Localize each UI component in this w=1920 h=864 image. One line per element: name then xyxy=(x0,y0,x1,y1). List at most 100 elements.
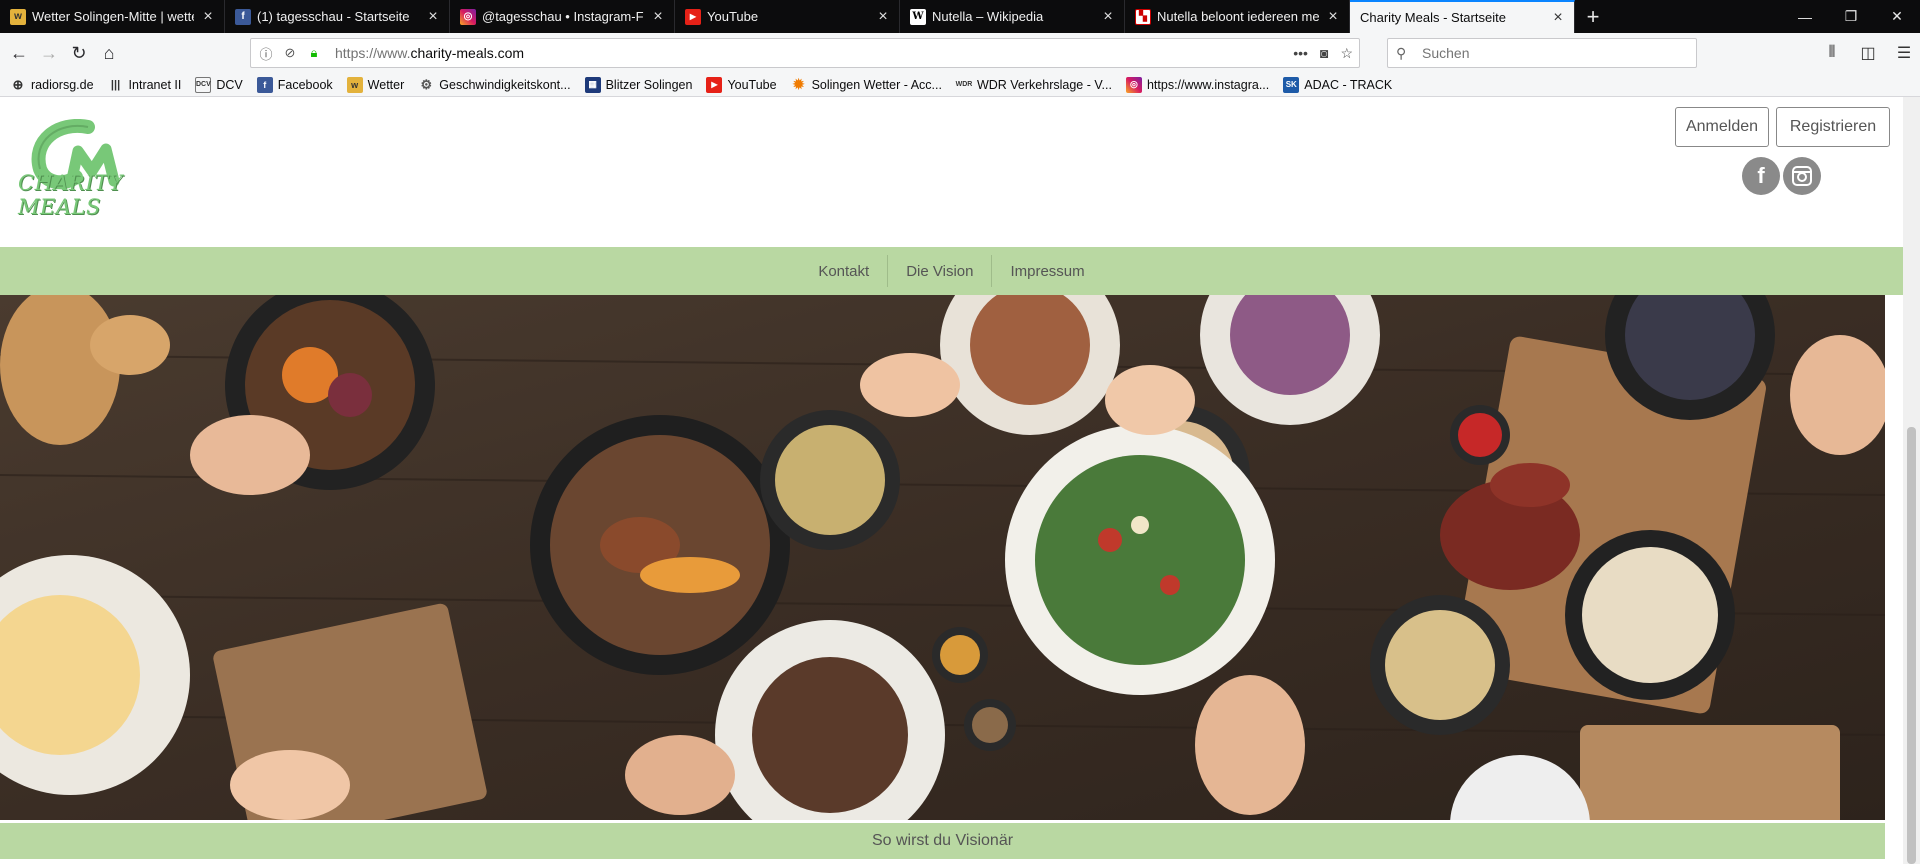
bookmark-item[interactable]: ||| Intranet II xyxy=(108,77,182,93)
main-navigation: Kontakt Die Vision Impressum xyxy=(0,247,1903,295)
bookmark-label: Geschwindigkeitskont... xyxy=(439,77,571,92)
bookmark-label: Blitzer Solingen xyxy=(605,77,693,92)
logo-text: CHARITY MEALS xyxy=(18,171,124,219)
tracking-protection-icon[interactable]: ⊘ xyxy=(281,45,299,61)
tab-title: Wetter Solingen-Mitte | wetter. xyxy=(32,9,194,24)
bookmark-label: https://www.instagra... xyxy=(1146,77,1270,92)
search-icon: ⚲ xyxy=(1396,44,1407,61)
url-text[interactable]: https://www.charity-meals.com xyxy=(335,45,524,61)
browser-tab[interactable]: ▚ Nutella beloont iedereen met e × xyxy=(1125,0,1350,33)
dcv-icon: DCV xyxy=(195,76,212,93)
browser-tab[interactable]: w Wetter Solingen-Mitte | wetter. × xyxy=(0,0,225,33)
browser-tab[interactable]: ▶ YouTube × xyxy=(675,0,900,33)
sun-icon: ✹ xyxy=(792,76,805,92)
hero-food-image xyxy=(0,295,1885,820)
bookmark-item[interactable]: SK ADAC - TRACK xyxy=(1283,76,1393,93)
reload-icon[interactable]: ↻ xyxy=(64,38,94,68)
close-icon[interactable]: × xyxy=(650,8,666,25)
bookmark-label: YouTube xyxy=(727,77,777,92)
bookmark-label: Intranet II xyxy=(128,77,182,92)
news-icon: ▚ xyxy=(1135,8,1151,25)
browser-tab[interactable]: f (1) tagesschau - Startseite × xyxy=(225,0,450,33)
globe-icon: ⊕ xyxy=(12,76,24,92)
tab-title: @tagesschau • Instagram-Foto xyxy=(482,9,644,24)
scrollbar-thumb[interactable] xyxy=(1907,427,1916,864)
browser-tab[interactable]: ◎ @tagesschau • Instagram-Foto × xyxy=(450,0,675,33)
tab-title: Nutella beloont iedereen met e xyxy=(1157,9,1319,24)
nav-link-kontakt[interactable]: Kontakt xyxy=(800,255,889,287)
tab-strip: w Wetter Solingen-Mitte | wetter. × f (1… xyxy=(0,0,1920,33)
close-window-icon[interactable]: ✕ xyxy=(1874,0,1920,33)
youtube-icon: ▶ xyxy=(706,76,723,93)
window-controls: — ❐ ✕ xyxy=(1782,0,1920,33)
bookmarks-toolbar: ⊕ radiorsg.de ||| Intranet II DCV DCV f Face… xyxy=(0,73,1920,97)
home-icon[interactable]: ⌂ xyxy=(94,38,124,68)
pocket-icon[interactable]: ◙ xyxy=(1320,45,1328,61)
close-icon[interactable]: × xyxy=(425,8,441,25)
instagram-icon[interactable] xyxy=(1783,157,1821,195)
bookmark-label: Facebook xyxy=(277,77,333,92)
bookmark-label: Wetter xyxy=(367,77,405,92)
bookmark-item[interactable]: f Facebook xyxy=(256,76,333,93)
search-input[interactable] xyxy=(1422,45,1682,61)
blitzer-icon: ▦ xyxy=(584,76,601,93)
bookmark-star-icon[interactable]: ☆ xyxy=(1340,45,1353,62)
close-icon[interactable]: × xyxy=(1550,9,1566,26)
charity-meals-logo[interactable]: CHARITY MEALS xyxy=(18,118,168,219)
page-actions-icon[interactable]: ••• xyxy=(1293,45,1308,61)
bookmark-item[interactable]: DCV DCV xyxy=(195,76,243,93)
browser-tab-active[interactable]: Charity Meals - Startseite × xyxy=(1350,0,1575,33)
page-scrollbar[interactable] xyxy=(1903,97,1920,864)
bookmark-label: radiorsg.de xyxy=(31,77,94,92)
bookmark-item[interactable]: ⚙ Geschwindigkeitskont... xyxy=(418,77,570,93)
login-button[interactable]: Anmelden xyxy=(1675,107,1769,147)
page-content: CHARITY MEALS Anmelden Registrieren f Ko… xyxy=(0,97,1903,864)
wdr-icon: WDR xyxy=(955,81,973,88)
bookmark-label: WDR Verkehrslage - V... xyxy=(976,77,1112,92)
bookmark-item[interactable]: w Wetter xyxy=(346,76,405,93)
youtube-icon: ▶ xyxy=(685,8,701,25)
bookmark-item[interactable]: WDR WDR Verkehrslage - V... xyxy=(956,77,1112,93)
facebook-icon[interactable]: f xyxy=(1742,157,1780,195)
forward-icon[interactable]: → xyxy=(34,38,64,68)
restore-icon[interactable]: ❐ xyxy=(1828,0,1874,33)
vision-banner[interactable]: So wirst du Visionär xyxy=(0,823,1885,859)
close-icon[interactable]: × xyxy=(1100,8,1116,25)
sidebar-icon[interactable]: ◫ xyxy=(1852,38,1884,68)
back-icon[interactable]: ← xyxy=(4,38,34,68)
facebook-icon: f xyxy=(256,76,273,93)
nav-link-vision[interactable]: Die Vision xyxy=(888,255,993,287)
bookmark-item[interactable]: ▦ Blitzer Solingen xyxy=(584,76,693,93)
nav-link-impressum[interactable]: Impressum xyxy=(992,255,1102,287)
close-icon[interactable]: × xyxy=(875,8,891,25)
info-icon[interactable]: ⓘ xyxy=(257,44,275,63)
lock-icon[interactable]: 🔒︎ xyxy=(305,45,323,61)
browser-tab[interactable]: W Nutella – Wikipedia × xyxy=(900,0,1125,33)
bookmark-label: DCV xyxy=(216,77,243,92)
instagram-icon: ◎ xyxy=(1125,76,1142,93)
bookmark-item[interactable]: ⊕ radiorsg.de xyxy=(10,77,94,93)
camera-glyph xyxy=(1792,166,1812,186)
tab-title: Nutella – Wikipedia xyxy=(932,9,1044,24)
navigation-toolbar: ← → ↻ ⌂ ⓘ ⊘ 🔒︎ https://www.charity-meals… xyxy=(0,33,1920,73)
bookmark-item[interactable]: ✹ Solingen Wetter - Acc... xyxy=(791,76,942,93)
bookmark-item[interactable]: ◎ https://www.instagra... xyxy=(1125,76,1270,93)
new-tab-icon[interactable]: + xyxy=(1575,0,1611,33)
close-icon[interactable]: × xyxy=(1325,8,1341,25)
minimize-icon[interactable]: — xyxy=(1782,0,1828,33)
food-table-illustration xyxy=(0,295,1885,820)
library-icon[interactable]: ⫴ xyxy=(1816,38,1848,68)
menu-icon[interactable]: ☰ xyxy=(1888,38,1920,68)
register-button[interactable]: Registrieren xyxy=(1776,107,1890,147)
bookmark-item[interactable]: ▶ YouTube xyxy=(706,76,777,93)
intranet-icon: ||| xyxy=(110,78,121,91)
bookmark-label: Solingen Wetter - Acc... xyxy=(811,77,942,92)
search-box[interactable]: ⚲ xyxy=(1387,38,1697,68)
url-bar[interactable]: ⓘ ⊘ 🔒︎ https://www.charity-meals.com •••… xyxy=(250,38,1360,68)
bookmark-label: ADAC - TRACK xyxy=(1304,77,1393,92)
wikipedia-icon: W xyxy=(910,8,926,25)
wetter-icon: w xyxy=(10,8,26,25)
wetter-icon: w xyxy=(346,76,363,93)
adac-icon: SK xyxy=(1283,76,1300,93)
close-icon[interactable]: × xyxy=(200,8,216,25)
